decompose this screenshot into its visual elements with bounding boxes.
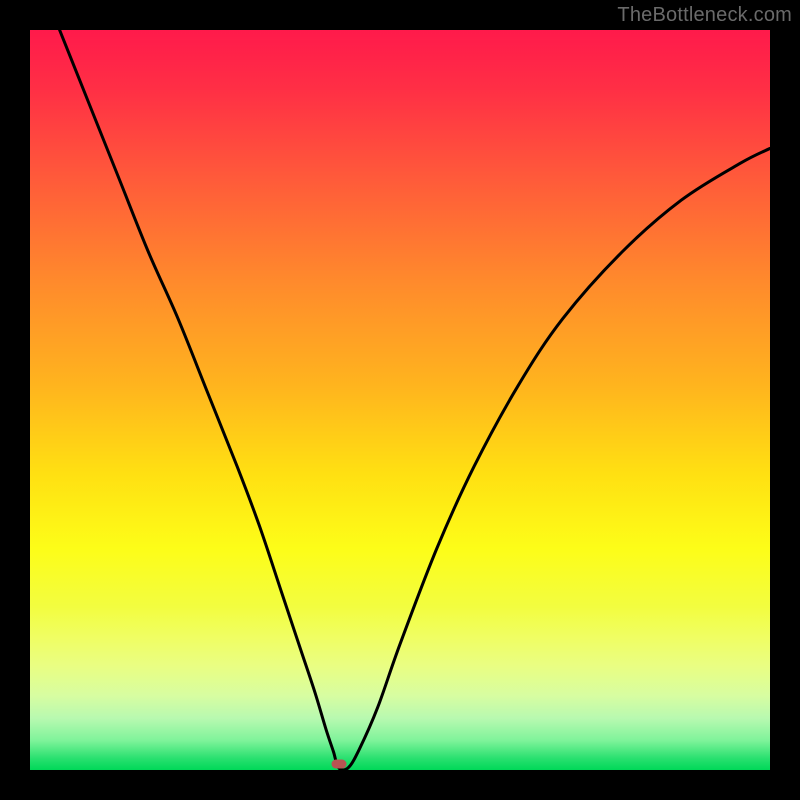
watermark-text: TheBottleneck.com	[617, 4, 792, 27]
optimum-marker	[331, 760, 346, 769]
bottleneck-curve	[30, 30, 770, 770]
chart-frame: TheBottleneck.com	[0, 0, 800, 800]
plot-area	[30, 30, 770, 770]
